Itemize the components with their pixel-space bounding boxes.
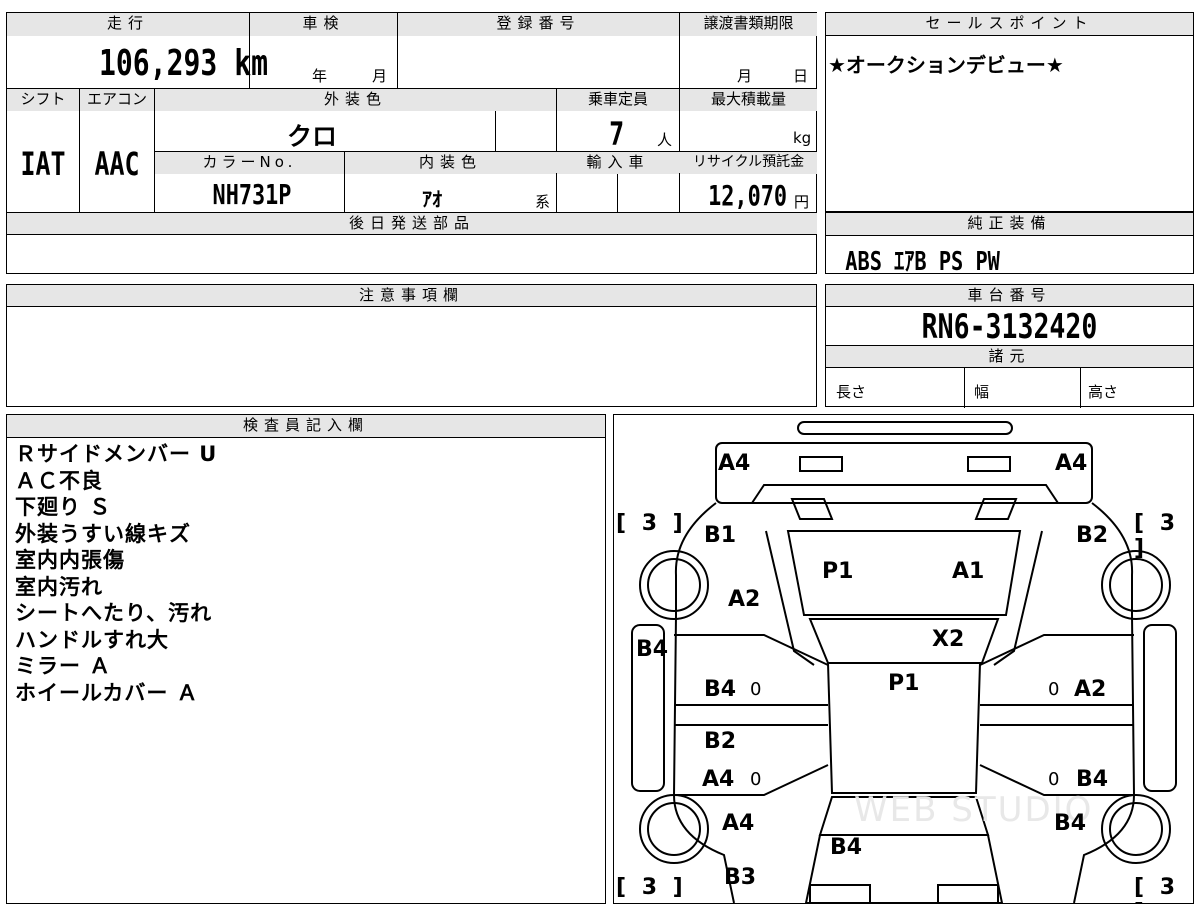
car-diagram-box: WEB STUDIO A4 A4 B1 B2 P1 A1 A2 X2 B4 B4… [613, 414, 1194, 904]
mileage-label: 走行 [7, 13, 249, 36]
capacity-label: 乗車定員 [557, 89, 679, 111]
damage-label: B2 [1076, 523, 1109, 548]
recycle-unit: 円 [794, 193, 810, 211]
inspection-year: 年 [312, 67, 328, 85]
transfer-month: 月 [737, 67, 753, 85]
notes-label: 注意事項欄 [7, 285, 816, 307]
maxload-label: 最大積載量 [680, 89, 817, 111]
mileage-value: 106,293 km [99, 43, 269, 84]
damage-label: B4 [1054, 811, 1087, 836]
spec-height: 高さ [1088, 383, 1119, 401]
damage-label: A2 [1074, 677, 1107, 702]
damage-label: P1 [888, 671, 920, 696]
interior-suffix: 系 [535, 193, 551, 211]
damage-label: A4 [718, 451, 751, 476]
shift-value: IAT [20, 145, 66, 183]
inspection-label: 車検 [250, 13, 397, 36]
damage-label: B4 [636, 637, 669, 662]
inspector-item: ハンドルすれ大 [15, 627, 169, 652]
later-parts-label: 後日発送部品 [7, 213, 817, 235]
shift-label: シフト [7, 89, 79, 111]
chassis-number: RN6-3132420 [921, 307, 1098, 347]
damage-label: P1 [822, 559, 854, 584]
import-label: 輸入車 [557, 152, 679, 174]
inspector-item: Ｒサイドメンバー U [15, 442, 218, 466]
count-bracket: [ 3 ] [616, 511, 687, 536]
equipment-box: 純正装備 ABS ｴｱB PS PW [825, 212, 1194, 277]
spec-label: 諸元 [826, 346, 1193, 368]
equipment-text: ABS ｴｱB PS PW [845, 247, 1000, 277]
exterior-value: クロ [287, 122, 338, 151]
color-no-value: NH731P [212, 178, 292, 211]
damage-label: A4 [1055, 451, 1088, 476]
damage-label: B1 [704, 523, 737, 548]
sales-point-label: セールスポイント [826, 13, 1193, 36]
notes-box: 注意事項欄 [6, 284, 817, 407]
damage-label: B2 [704, 729, 737, 754]
chassis-box: 車台番号 RN6-3132420 諸元 長さ 幅 高さ [825, 284, 1194, 408]
ac-label: エアコン [80, 89, 154, 111]
chassis-label: 車台番号 [826, 285, 1193, 307]
damage-label: B4 [1076, 767, 1109, 792]
zero-mark: 0 [750, 679, 762, 700]
spec-length: 長さ [836, 383, 867, 401]
damage-label: A4 [702, 767, 735, 792]
zero-mark: 0 [1048, 679, 1060, 700]
car-outline [631, 421, 1177, 903]
damage-label: A1 [952, 559, 985, 584]
zero-mark: 0 [750, 769, 762, 790]
sales-point-text: ★オークションデビュー★ [828, 53, 1064, 77]
inspector-list: Ｒサイドメンバー U ＡＣ不良 下廻り Ｓ 外装うすい線キズ 室内内張傷 室内汚… [15, 441, 217, 706]
count-bracket: [ 3 ] [1134, 511, 1180, 561]
zero-mark: 0 [1048, 769, 1060, 790]
registration-label: 登録番号 [398, 13, 679, 36]
inspector-item: ホイールカバー Ａ [15, 680, 199, 705]
inspector-label: 検査員記入欄 [7, 415, 605, 438]
transfer-label: 譲渡書類期限 [680, 13, 817, 36]
transfer-day: 日 [793, 67, 809, 85]
inspector-box: 検査員記入欄 Ｒサイドメンバー U ＡＣ不良 下廻り Ｓ 外装うすい線キズ 室内… [6, 414, 606, 904]
inspector-item: 外装うすい線キズ [15, 521, 191, 546]
capacity-unit: 人 [657, 131, 673, 149]
interior-label: 内装色 [345, 152, 556, 174]
damage-label: A4 [722, 811, 755, 836]
damage-label: B4 [704, 677, 737, 702]
inspector-item: 下廻り Ｓ [15, 495, 112, 519]
color-no-label: カラーNo. [155, 152, 344, 174]
damage-label: B3 [724, 865, 757, 890]
exterior-label: 外装色 [155, 89, 556, 111]
damage-label: A2 [728, 587, 761, 612]
spec-width: 幅 [974, 383, 990, 401]
inspector-item: 室内汚れ [15, 574, 103, 599]
equipment-label: 純正装備 [826, 213, 1193, 236]
inspector-item: ＡＣ不良 [15, 468, 103, 493]
inspector-item: 室内内張傷 [15, 548, 125, 572]
damage-label: X2 [932, 627, 965, 652]
damage-label: B4 [830, 835, 863, 860]
interior-value: ｱｵ [422, 187, 442, 211]
inspection-month: 月 [372, 67, 388, 85]
capacity-value: 7 [609, 115, 625, 153]
vehicle-info-table: 走行 車検 登録番号 譲渡書類期限 106,293 km 年 月 月 日 シフト… [6, 12, 817, 274]
recycle-label: リサイクル預託金 [680, 152, 817, 174]
recycle-value: 12,070 [708, 179, 788, 212]
inspector-item: ミラー Ａ [15, 654, 112, 678]
count-bracket: [ 3 ] [616, 875, 687, 900]
maxload-unit: kg [793, 129, 812, 147]
ac-value: AAC [94, 145, 140, 183]
sales-point-box: セールスポイント ★オークションデビュー★ [825, 12, 1194, 212]
inspector-item: シートへたり、汚れ [15, 601, 213, 625]
